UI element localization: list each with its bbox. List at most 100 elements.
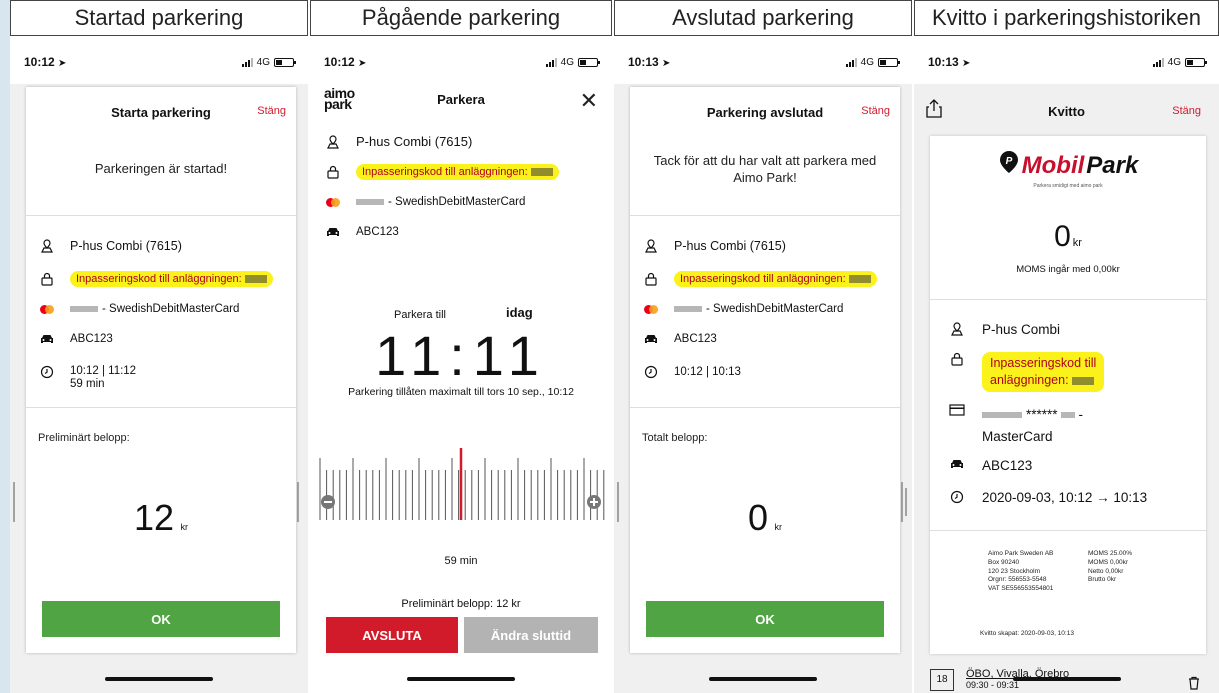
time-range: 10:12 | 10:13 [674, 366, 741, 378]
plate-number: ABC123 [356, 226, 399, 238]
modal-title: Parkering avslutad [706, 104, 824, 120]
mastercard-icon [642, 304, 660, 314]
place-row: P-hus Combi [948, 322, 1060, 337]
entry-code-highlight: Inpasseringskod till anläggningen: [674, 271, 877, 287]
redacted-code [848, 275, 871, 284]
code-row: Inpasseringskod till anläggningen: [38, 271, 273, 287]
page-title: Parkera [437, 92, 485, 107]
place-name: P-hus Combi (7615) [70, 239, 182, 253]
status-bar: 10:12 ➤ 4G [310, 40, 612, 84]
divider [630, 215, 900, 216]
network-label: 4G [560, 56, 574, 68]
close-link[interactable]: Stäng [861, 105, 890, 117]
card-name: - SwedishDebitMasterCard [388, 196, 526, 208]
entry-code-label-2: anläggningen: [990, 372, 1069, 387]
code-row: Inpasseringskod till anläggningen: [948, 352, 1105, 392]
plate-number: ABC123 [674, 333, 717, 345]
battery-icon [878, 57, 900, 67]
ok-button[interactable]: OK [646, 601, 884, 637]
modal-title: Starta parkering [111, 104, 211, 120]
change-end-time-button[interactable]: Ändra sluttid [464, 617, 598, 653]
end-parking-button[interactable]: AVSLUTA [326, 617, 458, 653]
day-label: idag [506, 305, 533, 320]
entry-code-label: Inpasseringskod till anläggningen: [362, 166, 528, 178]
plate-row: ABC123 [324, 226, 399, 238]
logo-tagline: Parkera smidigt med aimo park [1033, 183, 1103, 189]
divider [630, 407, 900, 408]
vat-line: MOMS ingår med 0,00kr [1016, 264, 1120, 275]
preliminary-amount: Preliminärt belopp: 12 kr [401, 598, 521, 610]
redacted-card-number [982, 412, 1022, 419]
vat-table: MOMS 25.00% MOMS 0,00kr Netto 0,00kr Bru… [1088, 550, 1133, 584]
card-row: - SwedishDebitMasterCard [38, 303, 239, 315]
card-row: - SwedishDebitMasterCard [642, 303, 843, 315]
amount-label: Preliminärt belopp: [38, 432, 130, 444]
battery-icon [274, 57, 296, 67]
place-name: P-hus Combi [982, 322, 1061, 337]
code-row: Inpasseringskod till anläggningen: [642, 271, 877, 287]
close-link[interactable]: Stäng [1172, 105, 1201, 117]
amount-unit: kr [1072, 237, 1082, 249]
clock-icon [38, 365, 56, 379]
status-bar: 10:13 ➤ 4G [914, 40, 1219, 84]
clock-icon [642, 365, 660, 379]
car-icon [642, 333, 660, 345]
time-range: 10:12 | 11:12 [70, 365, 137, 377]
redacted-code [244, 275, 267, 284]
place-name: P-hus Combi (7615) [356, 134, 473, 149]
padlock-icon [38, 272, 56, 286]
map-pin-person-icon [948, 322, 966, 336]
card-name: - SwedishDebitMasterCard [102, 303, 240, 315]
battery-icon [578, 57, 600, 67]
amount-label: Totalt belopp: [642, 432, 708, 444]
finished-parking-modal: Parkering avslutad Stäng Tack för att du… [630, 87, 900, 653]
receipt-amount: 0 kr [930, 220, 1206, 254]
plate-row: ABC123 [642, 333, 717, 345]
place-row: P-hus Combi (7615) [642, 239, 786, 253]
card-row: ****** - MasterCard [948, 404, 1083, 447]
close-link[interactable]: Stäng [257, 105, 286, 117]
time-row: 10:12 | 10:13 [642, 365, 741, 379]
signal-bars-icon [1152, 57, 1164, 67]
plate-row: ABC123 [948, 458, 1032, 473]
location-arrow-icon: ➤ [58, 58, 67, 69]
slider-edge-remnants [13, 482, 907, 522]
divider [930, 299, 1206, 300]
history-time: 09:30 - 09:31 [966, 680, 1020, 691]
company-info: Aimo Park Sweden AB Box 90240 120 23 Sto… [988, 550, 1054, 593]
card-stars: ****** [1026, 407, 1058, 422]
card-name: MasterCard [982, 428, 1053, 444]
credit-card-icon [948, 404, 966, 416]
location-arrow-icon: ➤ [962, 58, 971, 69]
card-row: - SwedishDebitMasterCard [324, 196, 525, 208]
close-x-icon[interactable]: ✕ [580, 88, 598, 114]
trash-icon[interactable] [1187, 676, 1201, 693]
card-name: - SwedishDebitMasterCard [706, 303, 844, 315]
redacted-card-suffix [1060, 412, 1075, 419]
plate-number: ABC123 [982, 458, 1033, 473]
entry-code-highlight: Inpasseringskod till anläggningen: [982, 352, 1105, 392]
screen-started-parking: Startad parkering 10:12 ➤ 4G Starta park… [10, 0, 308, 693]
signal-bars-icon [845, 57, 857, 67]
time-row: 10:12 | 11:12 59 min [38, 365, 136, 390]
mastercard-icon [38, 304, 56, 314]
plate-row: ABC123 [38, 333, 113, 345]
receipt-header: Kvitto Stäng [914, 84, 1219, 136]
padlock-icon [948, 352, 966, 366]
status-time: 10:12 [24, 55, 55, 69]
place-row: P-hus Combi (7615) [324, 134, 472, 149]
started-message: Parkeringen är startad! [94, 161, 228, 176]
caption-started: Startad parkering [10, 0, 308, 36]
signal-bars-icon [241, 57, 253, 67]
redacted-code [530, 168, 553, 177]
entry-code-label: Inpasseringskod till anläggningen: [680, 273, 846, 285]
place-row: P-hus Combi (7615) [38, 239, 182, 253]
start-parking-modal: Starta parkering Stäng Parkeringen är st… [26, 87, 296, 653]
entry-code-highlight: Inpasseringskod till anläggningen: [70, 271, 273, 287]
padlock-icon [642, 272, 660, 286]
card-dash: - [1078, 407, 1084, 422]
park-until-label: Parkera till [394, 309, 446, 321]
caption-finished: Avslutad parkering [614, 0, 912, 36]
redacted-card-number [356, 199, 384, 205]
ok-button[interactable]: OK [42, 601, 280, 637]
